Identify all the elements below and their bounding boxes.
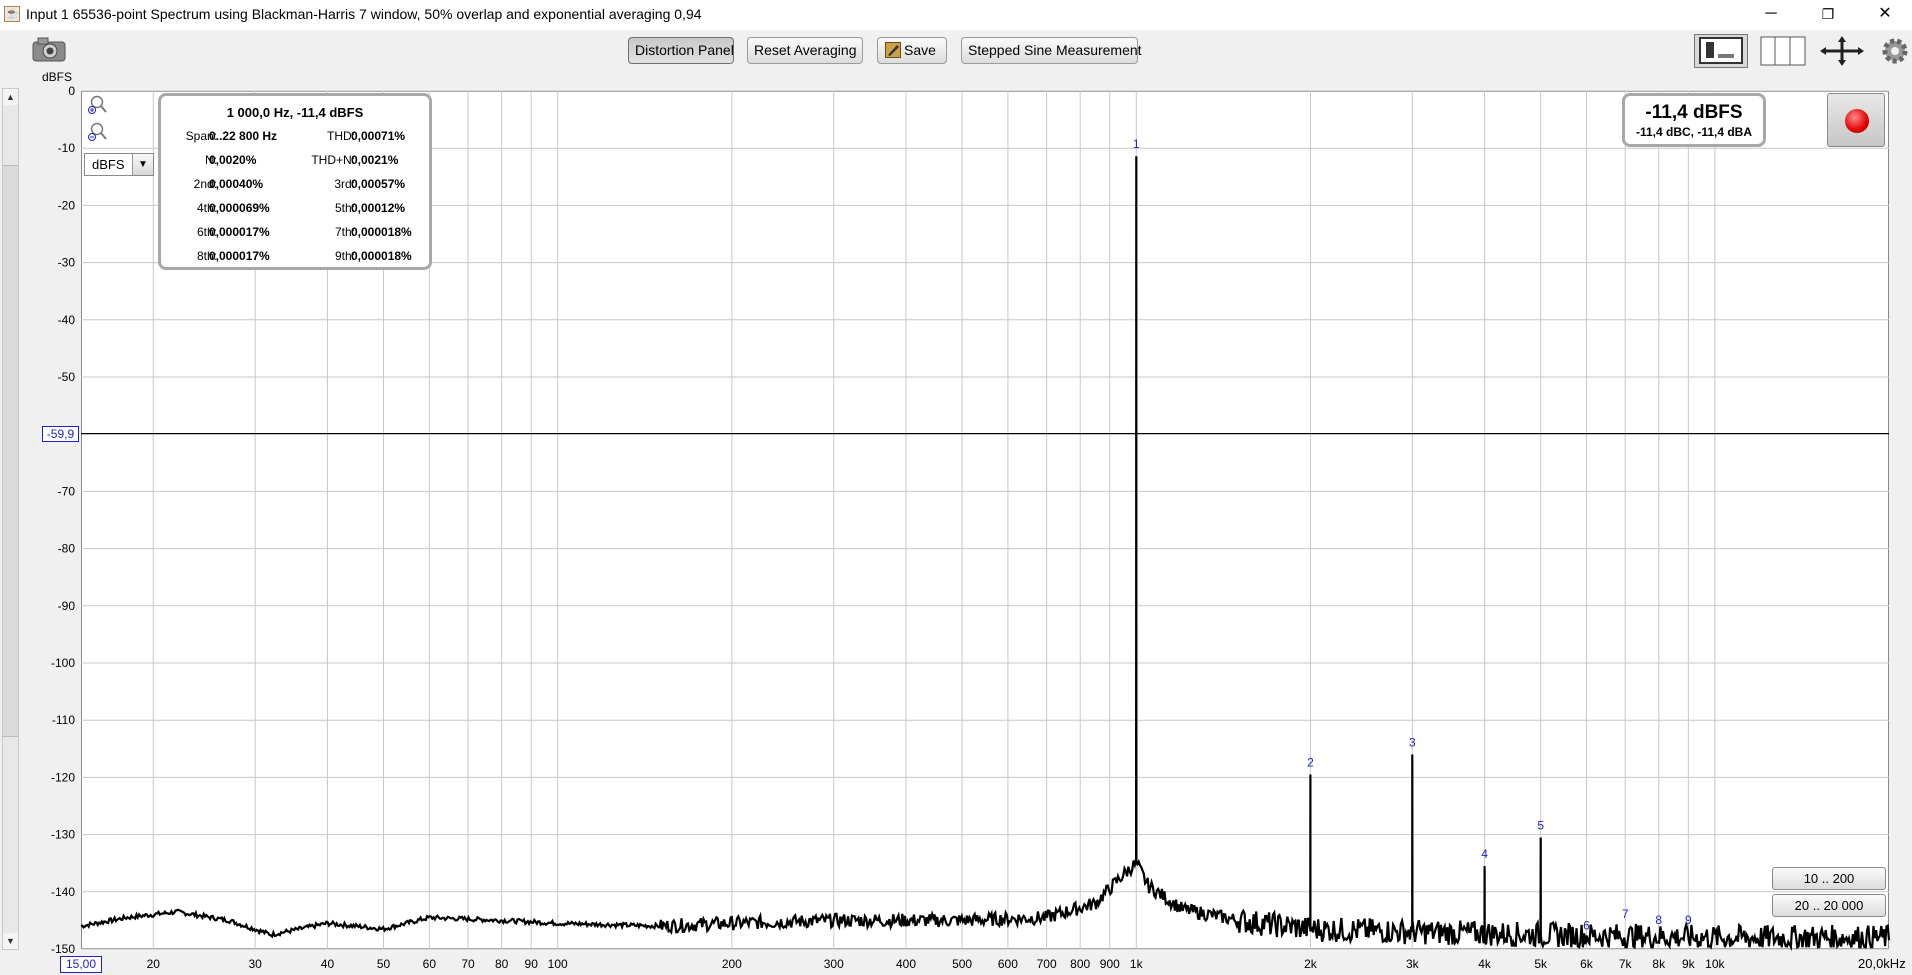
level-display: -11,4 dBFS -11,4 dBC, -11,4 dBA [1622,93,1766,147]
x-tick-label: 40 [321,957,335,971]
y-tick-label: -10 [58,141,76,155]
x-tick-label: 50 [377,957,391,971]
x-tick-label: 6k [1580,957,1594,971]
harmonic-marker-8[interactable]: 8 [1655,913,1662,927]
info-value: 0,000018% [351,249,412,263]
info-label: THD+N: [311,153,355,167]
info-value: 0,00071% [351,129,406,143]
cursor-y-readout[interactable]: -59,9 [42,426,79,442]
zoom-out-icon[interactable] [86,122,108,142]
x-tick-label: 30 [248,957,262,971]
x-tick-label: 70 [461,957,475,971]
harmonic-marker-7[interactable]: 7 [1622,907,1629,921]
info-row: 2nd: 0,00040% 3rd: 0,00057% [161,177,429,195]
x-tick-label: 20 [147,957,161,971]
x-tick-label: 700 [1037,957,1057,971]
x-tick-label: 500 [952,957,972,971]
x-axis-end-label: 20,0kHz [1858,956,1906,971]
dropdown-arrow-icon[interactable]: ▼ [132,154,153,175]
x-tick-label: 9k [1682,957,1696,971]
y-tick-label: -120 [51,770,75,784]
x-tick-label: 400 [896,957,916,971]
harmonic-marker-4[interactable]: 4 [1481,847,1488,861]
unit-dropdown-value: dBFS [92,157,125,172]
info-row: 6th: 0,000017% 7th: 0,000018% [161,225,429,243]
x-tick-label: 80 [495,957,509,971]
info-value: 0,000017% [209,249,270,263]
harmonic-marker-3[interactable]: 3 [1409,736,1416,750]
y-tick-label: -150 [51,942,75,956]
y-tick-label: 0 [68,84,75,98]
x-tick-label: 300 [824,957,844,971]
info-value: 0..22 800 Hz [209,129,278,143]
y-tick-label: -20 [58,198,76,212]
info-row: 8th: 0,000017% 9th: 0,000018% [161,249,429,267]
x-tick-label: 1k [1130,957,1144,971]
y-tick-label: -50 [58,370,76,384]
info-value: 0,0020% [209,153,257,167]
range-20-20000-button[interactable]: 20 .. 20 000 [1772,894,1886,917]
x-tick-label: 60 [423,957,437,971]
level-weighted-readout: -11,4 dBC, -11,4 dBA [1635,125,1753,139]
info-value: 0,000017% [209,225,270,239]
y-tick-label: -90 [58,599,76,613]
x-tick-label: 10k [1705,957,1725,971]
record-button[interactable] [1827,93,1885,147]
y-tick-label: -80 [58,542,76,556]
harmonic-marker-9[interactable]: 9 [1685,913,1692,927]
x-tick-label: 600 [998,957,1018,971]
x-tick-label: 900 [1100,957,1120,971]
info-value: 0,0021% [351,153,399,167]
x-tick-label: 800 [1070,957,1090,971]
y-tick-label: -110 [52,713,75,727]
y-tick-label: -140 [51,885,75,899]
x-tick-label: 90 [525,957,539,971]
x-tick-label: 7k [1619,957,1633,971]
harmonic-marker-6[interactable]: 6 [1583,919,1590,933]
x-tick-label: 5k [1534,957,1548,971]
info-row: 4th: 0,000069% 5th: 0,00012% [161,201,429,219]
x-tick-label: 3k [1406,957,1420,971]
cursor-x-readout[interactable]: 15,00 [60,956,102,973]
y-tick-label: -100 [51,656,75,670]
info-value: 0,000018% [351,225,412,239]
x-tick-label: 100 [548,957,568,971]
harmonic-marker-5[interactable]: 5 [1537,818,1544,832]
y-tick-label: -30 [58,256,76,270]
level-main-readout: -11,4 dBFS [1645,102,1743,123]
record-dot-icon [1845,109,1869,133]
zoom-in-icon[interactable] [86,95,108,115]
y-tick-label: -40 [58,313,76,327]
harmonic-marker-1[interactable]: 1 [1133,137,1140,151]
x-tick-label: 2k [1304,957,1318,971]
info-value: 0,00012% [351,201,406,215]
x-tick-label: 4k [1478,957,1492,971]
y-tick-label: -130 [51,828,75,842]
spectrum-trace [80,156,1891,952]
info-row: N: 0,0020% THD+N: 0,0021% [161,153,429,171]
info-value: 0,00057% [351,177,406,191]
range-10-200-button[interactable]: 10 .. 200 [1772,867,1886,890]
x-tick-label: 8k [1652,957,1666,971]
info-row: Span: 0..22 800 Hz THD: 0,00071% [161,129,429,147]
unit-dropdown[interactable]: dBFS ▼ [84,153,154,176]
distortion-info-panel: 1 000,0 Hz, -11,4 dBFS Span: 0..22 800 H… [158,93,432,270]
y-tick-label: -70 [58,484,76,498]
harmonic-marker-2[interactable]: 2 [1307,756,1314,770]
info-value: 0,000069% [209,201,270,215]
x-tick-label: 200 [722,957,742,971]
info-value: 0,00040% [209,177,264,191]
peak-readout: 1 000,0 Hz, -11,4 dBFS [226,105,364,120]
